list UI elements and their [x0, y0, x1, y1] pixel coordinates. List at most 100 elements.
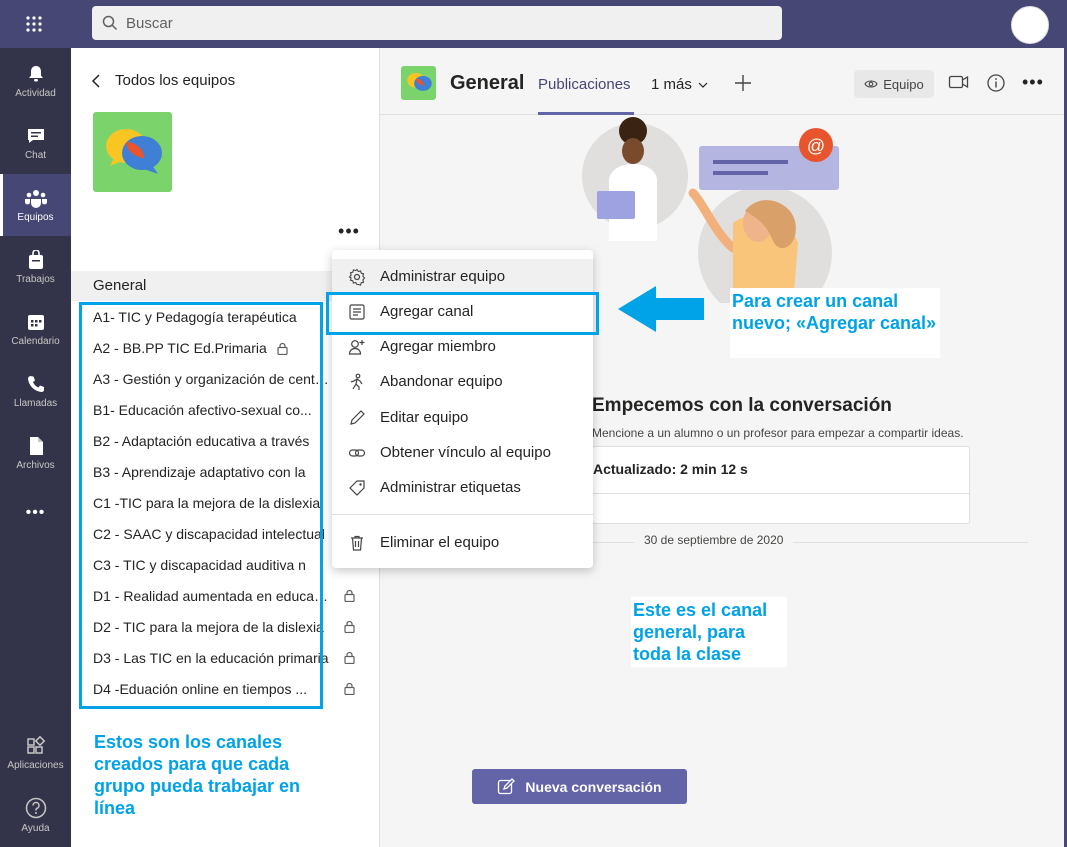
tab-more-label: 1 más: [651, 76, 692, 93]
menu-item-label: Agregar miembro: [380, 338, 496, 355]
menu-item-label: Administrar etiquetas: [380, 479, 521, 496]
welcome-illustration: @: [575, 113, 845, 303]
menu-item-label: Abandonar equipo: [380, 373, 503, 390]
rail-item-equipos[interactable]: Equipos: [0, 174, 71, 236]
pencil-icon: [348, 409, 366, 427]
app-rail: Actividad Chat Equipos Trabajos Calendar…: [0, 48, 71, 847]
arrow-left-annotation-icon: [616, 284, 706, 334]
rail-label: Chat: [24, 149, 47, 161]
rail-item-trabajos[interactable]: Trabajos: [0, 236, 71, 298]
eye-icon: [864, 79, 878, 89]
help-icon: [25, 797, 47, 819]
search-placeholder: Buscar: [126, 14, 173, 32]
menu-item-label: Obtener vínculo al equipo: [380, 444, 551, 461]
conversation-card: Actualizado: 2 min 12 s: [592, 446, 970, 524]
phone-icon: [26, 374, 46, 394]
files-icon: [27, 436, 45, 456]
apps-icon: [26, 735, 46, 756]
menu-item-edit-team[interactable]: Editar equipo: [332, 400, 593, 435]
rail-label: Llamadas: [13, 397, 58, 409]
team-visibility-label: Equipo: [883, 76, 924, 92]
menu-item-manage-team[interactable]: Administrar equipo: [332, 259, 593, 294]
conversation-welcome-title: Empecemos con la conversación: [592, 395, 892, 416]
date-separator-label: 30 de septiembre de 2020: [634, 533, 794, 547]
chevron-left-icon: [91, 73, 101, 89]
rail-item-chat[interactable]: Chat: [0, 112, 71, 174]
menu-item-get-link[interactable]: Obtener vínculo al equipo: [332, 435, 593, 470]
rail-item-calendario[interactable]: Calendario: [0, 298, 71, 360]
rail-item-archivos[interactable]: Archivos: [0, 422, 71, 484]
search-input[interactable]: Buscar: [92, 6, 782, 40]
add-channel-highlight-box: [326, 292, 599, 335]
video-camera-icon: [948, 75, 969, 89]
menu-divider: [332, 514, 593, 515]
menu-item-manage-tags[interactable]: Administrar etiquetas: [332, 470, 593, 505]
lock-icon: [344, 682, 355, 695]
card-updated-text: Actualizado: 2 min 12 s: [593, 461, 748, 477]
team-logo: [93, 112, 172, 192]
add-member-icon: [348, 338, 366, 356]
leave-icon: [348, 373, 366, 391]
team-more-options-button[interactable]: •••: [336, 218, 362, 244]
back-to-teams-link[interactable]: Todos los equipos: [91, 72, 235, 89]
channels-highlight-box: [79, 302, 323, 709]
svg-text:@: @: [807, 136, 825, 156]
rail-item-ayuda[interactable]: Ayuda: [0, 784, 71, 846]
add-tab-button[interactable]: [732, 72, 754, 94]
rail-item-llamadas[interactable]: Llamadas: [0, 360, 71, 422]
rail-label: Ayuda: [21, 822, 50, 834]
rail-item-actividad[interactable]: Actividad: [0, 50, 71, 112]
rail-more-button[interactable]: •••: [0, 482, 71, 544]
channel-title: General: [450, 72, 525, 94]
menu-item-label: Eliminar el equipo: [380, 534, 500, 551]
lock-icon: [344, 620, 355, 633]
new-conversation-button[interactable]: Nueva conversación: [472, 769, 687, 804]
tab-publicaciones[interactable]: Publicaciones: [538, 76, 631, 93]
rail-label: Trabajos: [16, 273, 55, 285]
bell-icon: [26, 64, 46, 84]
menu-item-delete-team[interactable]: Eliminar el equipo: [332, 525, 593, 560]
rail-label: Calendario: [11, 335, 60, 347]
calendar-icon: [26, 312, 46, 332]
search-icon: [102, 15, 118, 31]
link-icon: [348, 444, 366, 462]
channel-team-logo: [401, 66, 436, 100]
lock-icon: [344, 589, 355, 602]
channel-header: General Publicaciones 1 más Equipo •••: [380, 48, 1064, 115]
channel-info-button[interactable]: [986, 73, 1006, 93]
info-icon: [987, 74, 1005, 92]
rail-label: Actividad: [15, 87, 56, 99]
chevron-down-icon: [698, 82, 708, 88]
rail-item-aplicaciones[interactable]: Aplicaciones: [0, 722, 71, 784]
top-bar: Buscar: [0, 0, 1067, 48]
rail-label: Archivos: [16, 459, 55, 471]
header-more-options-button[interactable]: •••: [1022, 72, 1044, 93]
general-channel-annotation: Este es el canal general, para toda la c…: [631, 597, 787, 667]
menu-item-label: Editar equipo: [380, 409, 469, 426]
team-visibility-button[interactable]: Equipo: [854, 70, 934, 98]
plus-icon: [735, 75, 751, 91]
rail-label: Equipos: [17, 211, 54, 223]
gear-icon: [348, 268, 366, 286]
trash-icon: [348, 534, 366, 552]
conversation-welcome-subtitle: Mencione a un alumno o un profesor para …: [592, 426, 964, 440]
channels-annotation: Estos son los canales creados para que c…: [94, 732, 301, 818]
teams-icon: [24, 188, 47, 208]
tab-more-dropdown[interactable]: 1 más: [651, 76, 708, 93]
back-label: Todos los equipos: [115, 72, 236, 89]
menu-item-label: Administrar equipo: [380, 268, 506, 285]
new-conversation-label: Nueva conversación: [525, 778, 662, 795]
tag-icon: [348, 479, 366, 497]
compose-icon: [497, 777, 516, 796]
more-dots-icon: •••: [25, 504, 46, 521]
rail-label: Aplicaciones: [7, 759, 64, 771]
lock-icon: [344, 651, 355, 664]
meet-now-button[interactable]: [948, 73, 970, 91]
app-launcher-icon[interactable]: [14, 9, 54, 39]
assignments-icon: [27, 249, 45, 270]
card-divider: [593, 493, 969, 494]
avatar[interactable]: [1011, 6, 1049, 44]
chat-icon: [26, 126, 46, 146]
add-channel-annotation: Para crear un canal nuevo; «Agregar cana…: [730, 288, 940, 358]
menu-item-leave-team[interactable]: Abandonar equipo: [332, 364, 593, 399]
